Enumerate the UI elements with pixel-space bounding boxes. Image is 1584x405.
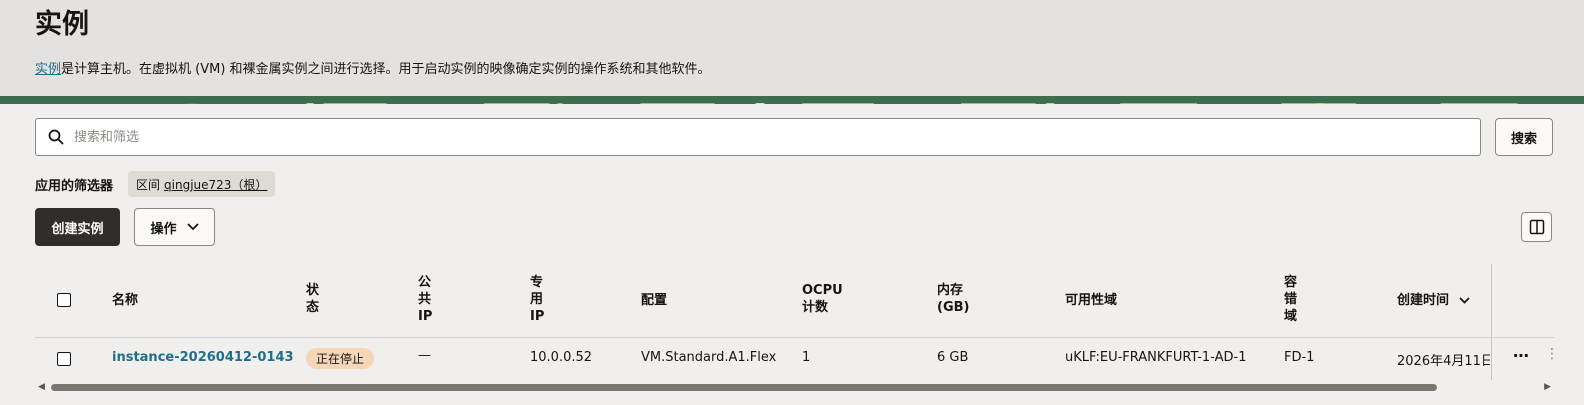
- instances-table: 名称 状 态 公 共 IP 专 用 IP 配置 OCPU 计数 内存 (GB) …: [35, 264, 1559, 380]
- search-input[interactable]: [74, 119, 1464, 155]
- overflow-indicator: ⋮: [1545, 346, 1559, 362]
- row-checkbox[interactable]: [57, 352, 71, 366]
- decorative-banner: [0, 96, 1584, 104]
- horizontal-scrollbar[interactable]: ◀ ▶: [35, 381, 1554, 393]
- col-header-created[interactable]: 创建时间: [1397, 292, 1470, 309]
- sort-desc-icon: [1459, 297, 1470, 304]
- header-line: IP: [530, 309, 545, 324]
- filter-value-link[interactable]: qingjue723（根）: [164, 176, 267, 193]
- search-box[interactable]: [35, 118, 1481, 156]
- applied-filters-label: 应用的筛选器: [35, 179, 114, 194]
- cell-public-ip: —: [418, 348, 431, 363]
- page-header: 实例 实例是计算主机。在虚拟机 (VM) 和裸金属实例之间进行选择。用于启动实例…: [0, 0, 1584, 96]
- columns-toggle-button[interactable]: [1521, 212, 1552, 242]
- header-line: 域: [1284, 309, 1298, 324]
- cell-memory: 6 GB: [937, 350, 969, 365]
- actions-menu-button[interactable]: 操作: [134, 208, 215, 246]
- cell-created: 2026年4月11日: [1397, 354, 1490, 369]
- header-line: 公: [418, 275, 432, 290]
- col-header-shape: 配置: [641, 293, 668, 308]
- cell-availability-domain: uKLF:EU-FRANKFURT-1-AD-1: [1065, 350, 1247, 365]
- instances-docs-link[interactable]: 实例: [35, 62, 61, 77]
- search-icon: [48, 129, 64, 145]
- header-line: 状: [306, 283, 320, 298]
- header-line: 计数: [802, 300, 829, 315]
- actions-label: 操作: [150, 221, 177, 237]
- page-title: 实例: [35, 9, 89, 40]
- page-description: 实例是计算主机。在虚拟机 (VM) 和裸金属实例之间进行选择。用于启动实例的映像…: [35, 58, 711, 77]
- search-button[interactable]: 搜索: [1495, 118, 1553, 156]
- cell-private-ip: 10.0.0.52: [530, 350, 593, 365]
- col-header-created-label: 创建时间: [1397, 293, 1450, 308]
- col-header-name[interactable]: 名称: [112, 292, 138, 309]
- sticky-column-divider: [1491, 264, 1492, 380]
- header-line: 共: [418, 292, 432, 307]
- scroll-right-arrow-icon[interactable]: ▶: [1544, 382, 1551, 392]
- col-header-fault-domain: 容 错 域: [1284, 274, 1297, 325]
- header-line: 内存: [937, 283, 964, 298]
- description-text: 是计算主机。在虚拟机 (VM) 和裸金属实例之间进行选择。用于启动实例的映像确定…: [61, 62, 711, 77]
- columns-icon: [1529, 219, 1544, 235]
- col-header-private-ip: 专 用 IP: [530, 274, 544, 325]
- header-line: OCPU: [802, 283, 843, 298]
- more-actions-icon[interactable]: ⋯: [1513, 346, 1530, 365]
- cell-fault-domain: FD-1: [1284, 350, 1315, 365]
- scroll-thumb[interactable]: [51, 384, 1437, 391]
- instance-name-link[interactable]: instance-20260412-0143: [112, 350, 294, 365]
- cell-ocpu: 1: [802, 350, 811, 365]
- col-header-availability-domain: 可用性域: [1065, 293, 1118, 308]
- col-header-memory: 内存 (GB): [937, 282, 969, 316]
- scroll-left-arrow-icon[interactable]: ◀: [38, 382, 45, 392]
- select-all-checkbox[interactable]: [57, 293, 71, 307]
- header-line: IP: [418, 309, 433, 324]
- header-line: 专: [530, 275, 544, 290]
- cell-shape: VM.Standard.A1.Flex: [641, 350, 777, 365]
- header-line: 用: [530, 292, 544, 307]
- header-line: 态: [306, 300, 320, 315]
- header-divider: [35, 337, 1554, 338]
- chevron-down-icon: [186, 223, 199, 231]
- status-badge: 正在停止: [306, 348, 375, 369]
- banner-pattern: [0, 96, 1584, 104]
- filter-key: 区间: [136, 177, 161, 192]
- col-header-public-ip: 公 共 IP: [418, 274, 432, 325]
- header-line: 错: [1284, 292, 1298, 307]
- create-instance-button[interactable]: 创建实例: [35, 208, 120, 246]
- col-header-status: 状 态: [306, 282, 319, 316]
- col-header-ocpu: OCPU 计数: [802, 282, 843, 316]
- header-line: (GB): [937, 300, 970, 315]
- header-line: 容: [1284, 275, 1298, 290]
- compartment-filter-chip[interactable]: 区间 qingjue723（根）: [128, 171, 276, 197]
